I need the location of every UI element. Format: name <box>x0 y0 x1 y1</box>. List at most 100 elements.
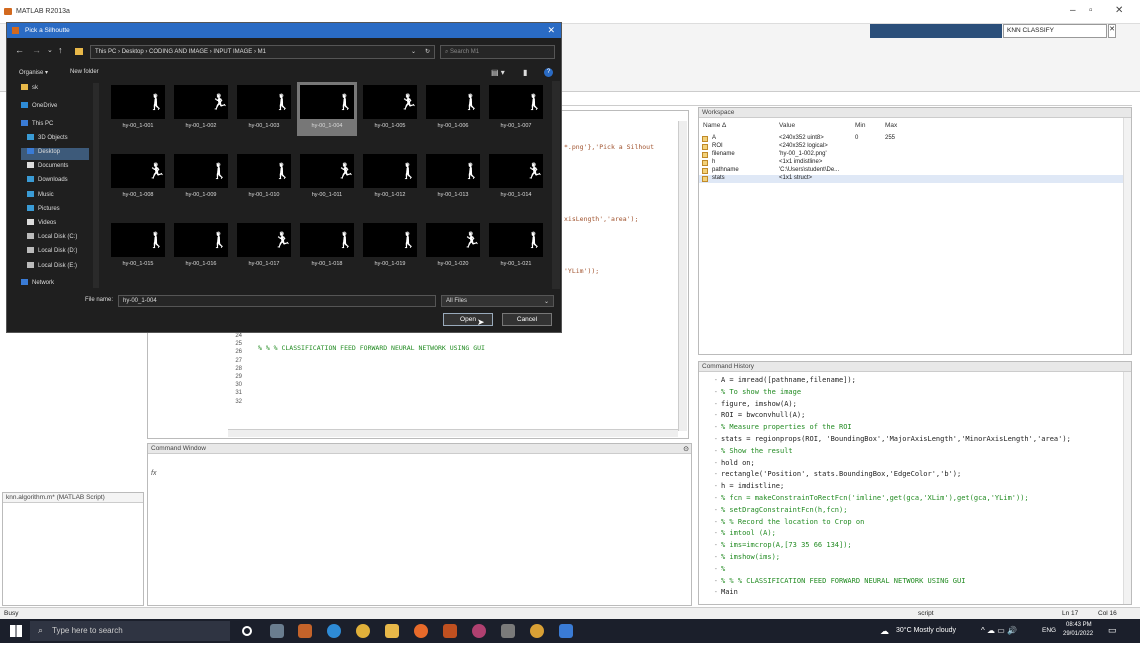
back-arrow-icon[interactable]: ← <box>15 45 24 55</box>
workspace-row[interactable]: filename 'hy-00_1-002.png' <box>699 151 1131 159</box>
notification-icon[interactable]: ▭ <box>1108 625 1117 636</box>
workspace-row[interactable]: ROI <240x352 logical> <box>699 143 1131 151</box>
clock-date[interactable]: 29/01/2022 <box>1063 631 1093 637</box>
dialog-search-input[interactable]: ⌕ Search M1 <box>440 45 555 59</box>
dialog-close-icon[interactable]: ✕ <box>547 25 555 36</box>
workspace-row[interactable]: A <240x352 uint8> 0 255 <box>699 135 1131 143</box>
file-thumbnail[interactable]: 🚶 hy-00_1-009 <box>174 154 229 202</box>
history-line[interactable]: -h = imdistline; <box>699 482 1119 494</box>
column-name[interactable]: Name ∆ <box>703 122 726 129</box>
file-thumbnail[interactable]: 🚶 hy-00_1-019 <box>363 223 418 271</box>
app-icon-3[interactable] <box>472 624 486 638</box>
taskbar-search-input[interactable]: ⌕ Type here to search <box>30 621 230 641</box>
editor-vertical-scrollbar[interactable] <box>678 121 687 431</box>
history-line[interactable]: - Main <box>699 588 1119 600</box>
recent-chevron-icon[interactable]: ⌄ <box>47 46 53 54</box>
workspace-row[interactable]: h <1x1 imdistline> <box>699 159 1131 167</box>
nav-item[interactable]: sk <box>21 84 38 96</box>
breadcrumb-item[interactable]: CODING AND IMAGE <box>149 49 208 55</box>
history-line[interactable]: -% ims=imcrop(A,[73 35 66 134]); <box>699 541 1119 553</box>
file-thumbnail[interactable]: 🚶 hy-00_1-004 <box>297 82 357 136</box>
history-line[interactable]: -% Show the result <box>699 447 1119 459</box>
history-line[interactable]: -% setDragConstraintFcn(h,fcn); <box>699 506 1119 518</box>
file-thumbnail[interactable]: 🚶 hy-00_1-021 <box>489 223 544 271</box>
file-thumbnail[interactable]: 🚶 hy-00_1-015 <box>111 223 166 271</box>
history-line[interactable]: - ROI = bwconvhull(A); <box>699 411 1119 423</box>
nav-item[interactable]: Music <box>27 191 54 203</box>
file-thumbnail[interactable]: 🚶 hy-00_1-001 <box>111 85 166 133</box>
breadcrumb-item[interactable]: This PC <box>95 49 116 55</box>
file-name-input[interactable]: hy-00_1-004 <box>118 295 436 307</box>
history-scrollbar[interactable] <box>1123 372 1131 604</box>
history-line[interactable]: - stats = regionprops(ROI, 'BoundingBox',… <box>699 435 1119 447</box>
history-line[interactable]: -% % Record the location to Crop on <box>699 518 1119 530</box>
history-line[interactable]: - rectangle('Position', stats.BoundingBox… <box>699 470 1119 482</box>
chrome-icon-2[interactable] <box>530 624 544 638</box>
close-button[interactable]: ✕ <box>1115 5 1123 16</box>
history-line[interactable]: - figure, imshow(A); <box>699 400 1119 412</box>
up-arrow-icon[interactable]: ↑ <box>58 45 63 55</box>
app-icon-1[interactable] <box>270 624 284 638</box>
nav-item[interactable]: Desktop <box>21 148 89 160</box>
file-thumbnail[interactable]: 🏃 hy-00_1-014 <box>489 154 544 202</box>
weather-icon[interactable]: ☁ <box>880 626 889 637</box>
file-thumbnail[interactable]: 🏃 hy-00_1-005 <box>363 85 418 133</box>
file-thumbnail[interactable]: 🏃 hy-00_1-020 <box>426 223 481 271</box>
address-dropdown-icon[interactable]: ⌄ <box>411 48 416 55</box>
preview-pane-icon[interactable]: ▮ <box>523 68 527 77</box>
history-line[interactable]: -% Measure properties of the ROI <box>699 423 1119 435</box>
file-thumbnail[interactable]: 🚶 hy-00_1-007 <box>489 85 544 133</box>
history-line[interactable]: - hold on; <box>699 459 1119 471</box>
nav-item[interactable]: Network <box>21 279 54 291</box>
workspace-row[interactable]: stats <1x1 struct> <box>699 175 1131 183</box>
navigation-scrollbar[interactable] <box>93 83 99 288</box>
file-thumbnail[interactable]: 🏃 hy-00_1-002 <box>174 85 229 133</box>
history-line[interactable]: -% <box>699 565 1119 577</box>
weather-text[interactable]: 30°C Mostly cloudy <box>896 627 956 634</box>
history-line[interactable]: -% imtool (A); <box>699 529 1119 541</box>
workspace-row[interactable]: pathname 'C:\Users\student\De... <box>699 167 1131 175</box>
start-windows-icon[interactable] <box>10 625 22 637</box>
column-value[interactable]: Value <box>779 122 795 129</box>
file-thumbnail[interactable]: 🚶 hy-00_1-013 <box>426 154 481 202</box>
file-thumbnail[interactable]: 🚶 hy-00_1-006 <box>426 85 481 133</box>
refresh-icon[interactable]: ↻ <box>425 48 430 55</box>
maximize-button[interactable]: ▫ <box>1089 5 1093 16</box>
system-tray-icons[interactable]: ^ ☁ ▭ 🔊 <box>981 626 1017 635</box>
editor-horizontal-scrollbar[interactable] <box>228 429 678 437</box>
nav-item[interactable]: Downloads <box>27 176 68 188</box>
cancel-button[interactable]: Cancel <box>502 313 552 326</box>
history-line[interactable]: -A = imread([pathname,filename]); <box>699 376 1119 388</box>
file-grid-scrollbar[interactable] <box>552 81 560 289</box>
file-thumbnail[interactable]: 🚶 hy-00_1-018 <box>300 223 355 271</box>
breadcrumb-item[interactable]: M1 <box>258 49 266 55</box>
open-button[interactable]: Open <box>443 313 493 326</box>
file-type-select[interactable]: All Files ⌄ <box>441 295 554 307</box>
nav-item[interactable]: Local Disk (C:) <box>27 233 77 245</box>
nav-item[interactable]: Videos <box>27 219 56 231</box>
organise-button[interactable]: Organise ▾ <box>19 69 48 76</box>
chrome-icon[interactable] <box>356 624 370 638</box>
language-indicator[interactable]: ENG <box>1042 627 1056 634</box>
forward-arrow-icon[interactable]: → <box>32 45 41 55</box>
app-icon-4[interactable] <box>501 624 515 638</box>
history-line[interactable]: -% % % CLASSIFICATION FEED FORWARD NEURA… <box>699 577 1119 589</box>
nav-item[interactable]: This PC <box>21 120 53 132</box>
file-thumbnail[interactable]: 🏃 hy-00_1-017 <box>237 223 292 271</box>
nav-item[interactable]: Local Disk (D:) <box>27 247 77 259</box>
file-thumbnail[interactable]: 🚶 hy-00_1-016 <box>174 223 229 271</box>
nav-item[interactable]: 3D Objects <box>27 134 68 146</box>
file-thumbnail[interactable]: 🏃 hy-00_1-008 <box>111 154 166 202</box>
edge-icon[interactable] <box>327 624 341 638</box>
matlab-taskbar-icon[interactable] <box>443 624 457 638</box>
nav-item[interactable]: OneDrive <box>21 102 57 114</box>
breadcrumb-item[interactable]: INPUT IMAGE <box>213 49 252 55</box>
nav-item[interactable]: Documents <box>27 162 68 174</box>
file-thumbnail[interactable]: 🚶 hy-00_1-012 <box>363 154 418 202</box>
search-close-icon[interactable]: ✕ <box>1108 24 1116 38</box>
minimize-button[interactable]: – <box>1070 5 1076 16</box>
clock-time[interactable]: 08:43 PM <box>1066 622 1092 628</box>
nav-item[interactable]: Pictures <box>27 205 60 217</box>
help-icon[interactable]: ? <box>544 68 553 77</box>
documentation-search-input[interactable]: KNN CLASSIFY <box>1003 24 1107 38</box>
